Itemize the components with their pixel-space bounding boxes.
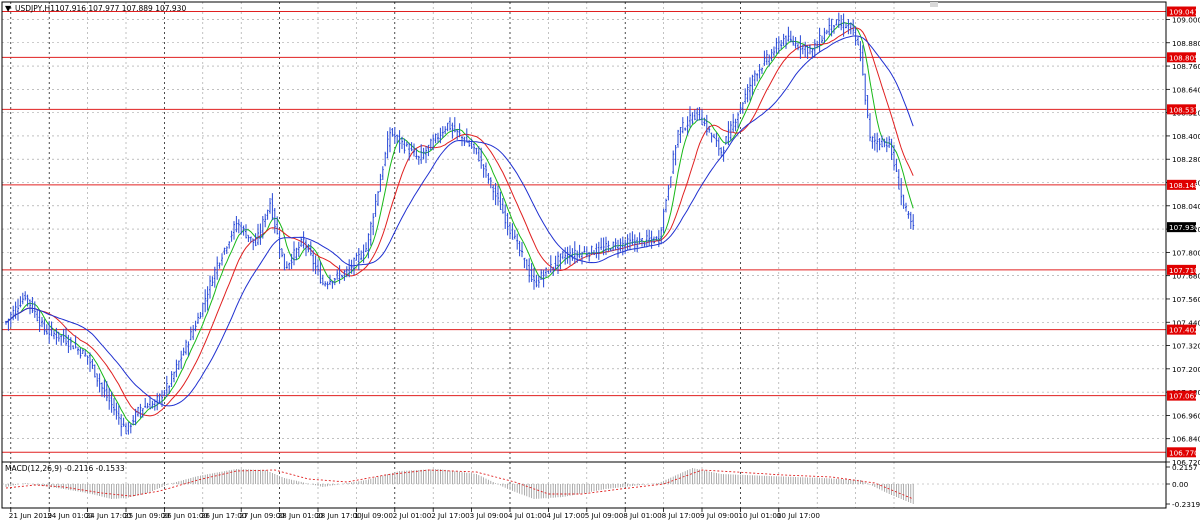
symbol-label: USDJPY,H1 <box>15 4 55 13</box>
macd-tick-label: -0.2319 <box>1172 500 1200 509</box>
time-tick-label: 8 Jul 01:00 <box>623 511 662 520</box>
price-tick-label: 108.880 <box>1172 39 1200 48</box>
price-tick-label: 108.040 <box>1172 202 1200 211</box>
price-tick-label: 108.640 <box>1172 85 1200 94</box>
time-tick-label: 4 Jul 17:00 <box>546 511 585 520</box>
level-label: 108.148 <box>1169 181 1199 190</box>
time-tick-label: 21 Jun 2019 <box>9 511 53 520</box>
menu-triangle-icon[interactable]: ▼ <box>5 4 12 13</box>
level-label: 109.041 <box>1169 8 1199 17</box>
price-tick-label: 107.560 <box>1172 295 1200 304</box>
price-tick-label: 108.280 <box>1172 155 1200 164</box>
macd-tick-label: 0.2157 <box>1172 463 1198 472</box>
level-label: 108.805 <box>1169 53 1199 62</box>
time-tick-label: 1 Jul 09:00 <box>354 511 393 520</box>
price-tick-label: 107.320 <box>1172 342 1200 351</box>
level-label: 107.710 <box>1169 266 1199 275</box>
time-tick-label: 5 Jul 09:00 <box>585 511 624 520</box>
level-label: 107.402 <box>1169 326 1199 335</box>
trading-chart[interactable]: 109.000108.880108.760108.640108.520108.4… <box>0 0 1200 523</box>
time-tick-label: 3 Jul 09:00 <box>470 511 509 520</box>
price-tick-label: 106.960 <box>1172 411 1200 420</box>
time-tick-label: 9 Jul 09:00 <box>700 511 739 520</box>
time-tick-label: 10 Jul 17:00 <box>777 511 821 520</box>
chart-shift-handle[interactable] <box>930 2 938 7</box>
price-tick-label: 106.840 <box>1172 435 1200 444</box>
current-price-label: 107.930 <box>1169 223 1199 232</box>
price-tick-label: 107.800 <box>1172 248 1200 257</box>
level-label: 107.062 <box>1169 392 1199 401</box>
time-tick-label: 8 Jul 17:00 <box>662 511 701 520</box>
macd-tick-label: 0.00 <box>1172 480 1189 489</box>
time-tick-label: 2 Jul 01:00 <box>393 511 432 520</box>
price-tick-label: 107.200 <box>1172 365 1200 374</box>
price-tick-label: 108.760 <box>1172 62 1200 71</box>
time-tick-label: 4 Jul 01:00 <box>508 511 547 520</box>
time-tick-label: 10 Jul 01:00 <box>738 511 782 520</box>
macd-readout: MACD(12,26,9) -0.2116 -0.1533 <box>5 464 125 473</box>
level-label: 108.537 <box>1169 105 1199 114</box>
level-label: 106.770 <box>1169 448 1199 457</box>
price-tick-label: 108.400 <box>1172 132 1200 141</box>
price-tick-label: 109.000 <box>1172 15 1200 24</box>
ohlc-readout: 107.916 107.977 107.889 107.930 <box>55 4 186 13</box>
symbol-header: ▼ USDJPY,H1 107.916 107.977 107.889 107.… <box>5 4 186 13</box>
time-tick-label: 2 Jul 17:00 <box>431 511 470 520</box>
